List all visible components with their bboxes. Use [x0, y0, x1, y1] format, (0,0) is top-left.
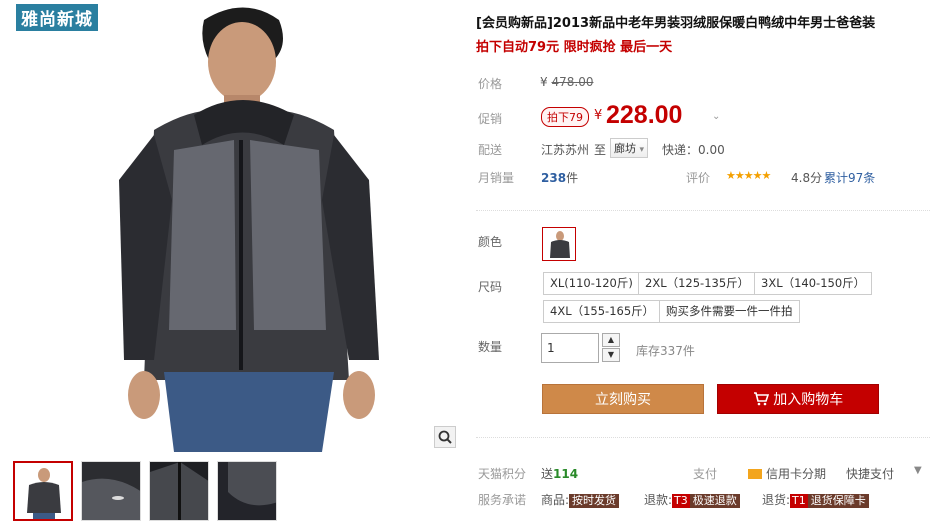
promo-label: 促销 [478, 112, 503, 126]
review-count-link[interactable]: 累计97条 [824, 169, 875, 186]
shipping-fee: 快递：0.00 [662, 143, 725, 157]
rating-score: 4.8分 [791, 171, 823, 185]
rating-stars-icon: ★★★★★ [726, 169, 771, 182]
shipping-label: 配送 [478, 143, 503, 157]
return-badge: 退货保障卡 [807, 494, 869, 508]
rating-label: 评价 [686, 171, 711, 185]
size-option-3xl[interactable]: 3XL（140-150斤） [754, 272, 873, 295]
sales-unit: 件 [566, 171, 579, 185]
points-value: 114 [553, 467, 579, 481]
original-price-value: 478.00 [551, 75, 594, 89]
stock-text: 库存337件 [636, 344, 695, 358]
refund-label: 退款: [644, 493, 673, 507]
sales-count-wrap: 238件 [541, 169, 578, 186]
color-label: 颜色 [478, 235, 503, 249]
shipping-from: 江苏苏州 [541, 143, 590, 157]
divider [476, 437, 930, 438]
thumbnail-4[interactable] [217, 461, 277, 521]
quantity-label: 数量 [478, 340, 503, 354]
size-option-xl[interactable]: XL(110-120斤) [543, 272, 640, 295]
credit-card-icon [748, 469, 762, 479]
return-label: 退货: [762, 493, 791, 507]
cart-icon [753, 392, 773, 408]
quantity-increase-icon[interactable]: ▲ [602, 333, 620, 347]
original-price: ¥ 478.00 [540, 75, 593, 89]
thumbnail-2[interactable] [81, 461, 141, 521]
add-to-cart-label: 加入购物车 [773, 392, 844, 408]
magnifier-icon[interactable] [434, 426, 456, 448]
chevron-down-icon[interactable]: ⌄ [712, 111, 720, 122]
sales-count: 238 [541, 171, 567, 185]
thumbnail-strip [13, 461, 277, 521]
caret-down-icon: ▾ [639, 145, 645, 155]
promo-price: 228.00 [606, 101, 683, 129]
brand-tag: 雅尚新城 [16, 4, 98, 31]
quick-pay[interactable]: 快捷支付 [846, 465, 894, 482]
goods-badge: 按时发货 [569, 494, 620, 508]
thumbnail-3[interactable] [149, 461, 209, 521]
refund-badge: 极速退款 [689, 494, 740, 508]
credit-installment-label: 信用卡分期 [766, 467, 827, 481]
destination-select[interactable]: 廊坊 ▾ [610, 138, 649, 158]
service-label: 服务承诺 [478, 493, 527, 507]
credit-installment[interactable]: 信用卡分期 [748, 465, 826, 482]
product-title: [会员购新品]2013新品中老年男装羽绒服保暖白鸭绒中年男士爸爸装 [476, 16, 876, 31]
caret-down-icon[interactable]: ▼ [914, 465, 922, 476]
return-promise: 退货: T1 退货保障卡 [762, 491, 869, 508]
sales-label: 月销量 [478, 171, 515, 185]
product-subtitle: 拍下自动79元 限时疯抢 最后一天 [476, 40, 673, 55]
size-label: 尺码 [478, 280, 503, 294]
promo-tag: 拍下79 [541, 107, 589, 127]
color-option[interactable] [542, 227, 576, 261]
buy-now-button[interactable]: 立刻购买 [542, 384, 704, 414]
divider [476, 210, 930, 211]
add-to-cart-button[interactable]: 加入购物车 [717, 384, 879, 414]
refund-promise: 退款: T3 极速退款 [644, 491, 740, 508]
size-option-4xl[interactable]: 4XL（155-165斤） [543, 300, 662, 323]
main-product-image[interactable]: 雅尚新城 [4, 0, 458, 452]
pay-label: 支付 [693, 467, 718, 481]
product-photo-man-in-jacket [4, 0, 458, 452]
points-label: 天猫积分 [478, 467, 527, 481]
goods-promise: 商品: 按时发货 [541, 491, 620, 508]
thumbnail-1[interactable] [13, 461, 73, 521]
original-price-currency: ¥ [540, 75, 548, 89]
quantity-decrease-icon[interactable]: ▼ [602, 348, 620, 362]
shipping-to-word: 至 [594, 143, 607, 157]
points-text: 送114 [541, 465, 578, 482]
goods-label: 商品: [541, 493, 570, 507]
refund-code: T3 [672, 494, 690, 508]
destination-value: 廊坊 [614, 142, 636, 155]
size-option-2xl[interactable]: 2XL（125-135斤） [638, 272, 757, 295]
promo-currency: ¥ [594, 108, 603, 123]
return-code: T1 [790, 494, 808, 508]
points-prefix: 送 [541, 467, 554, 481]
price-label: 价格 [478, 77, 503, 91]
quantity-input[interactable]: 1 [541, 333, 599, 363]
size-option-note[interactable]: 购买多件需要一件一件拍 [659, 300, 800, 323]
